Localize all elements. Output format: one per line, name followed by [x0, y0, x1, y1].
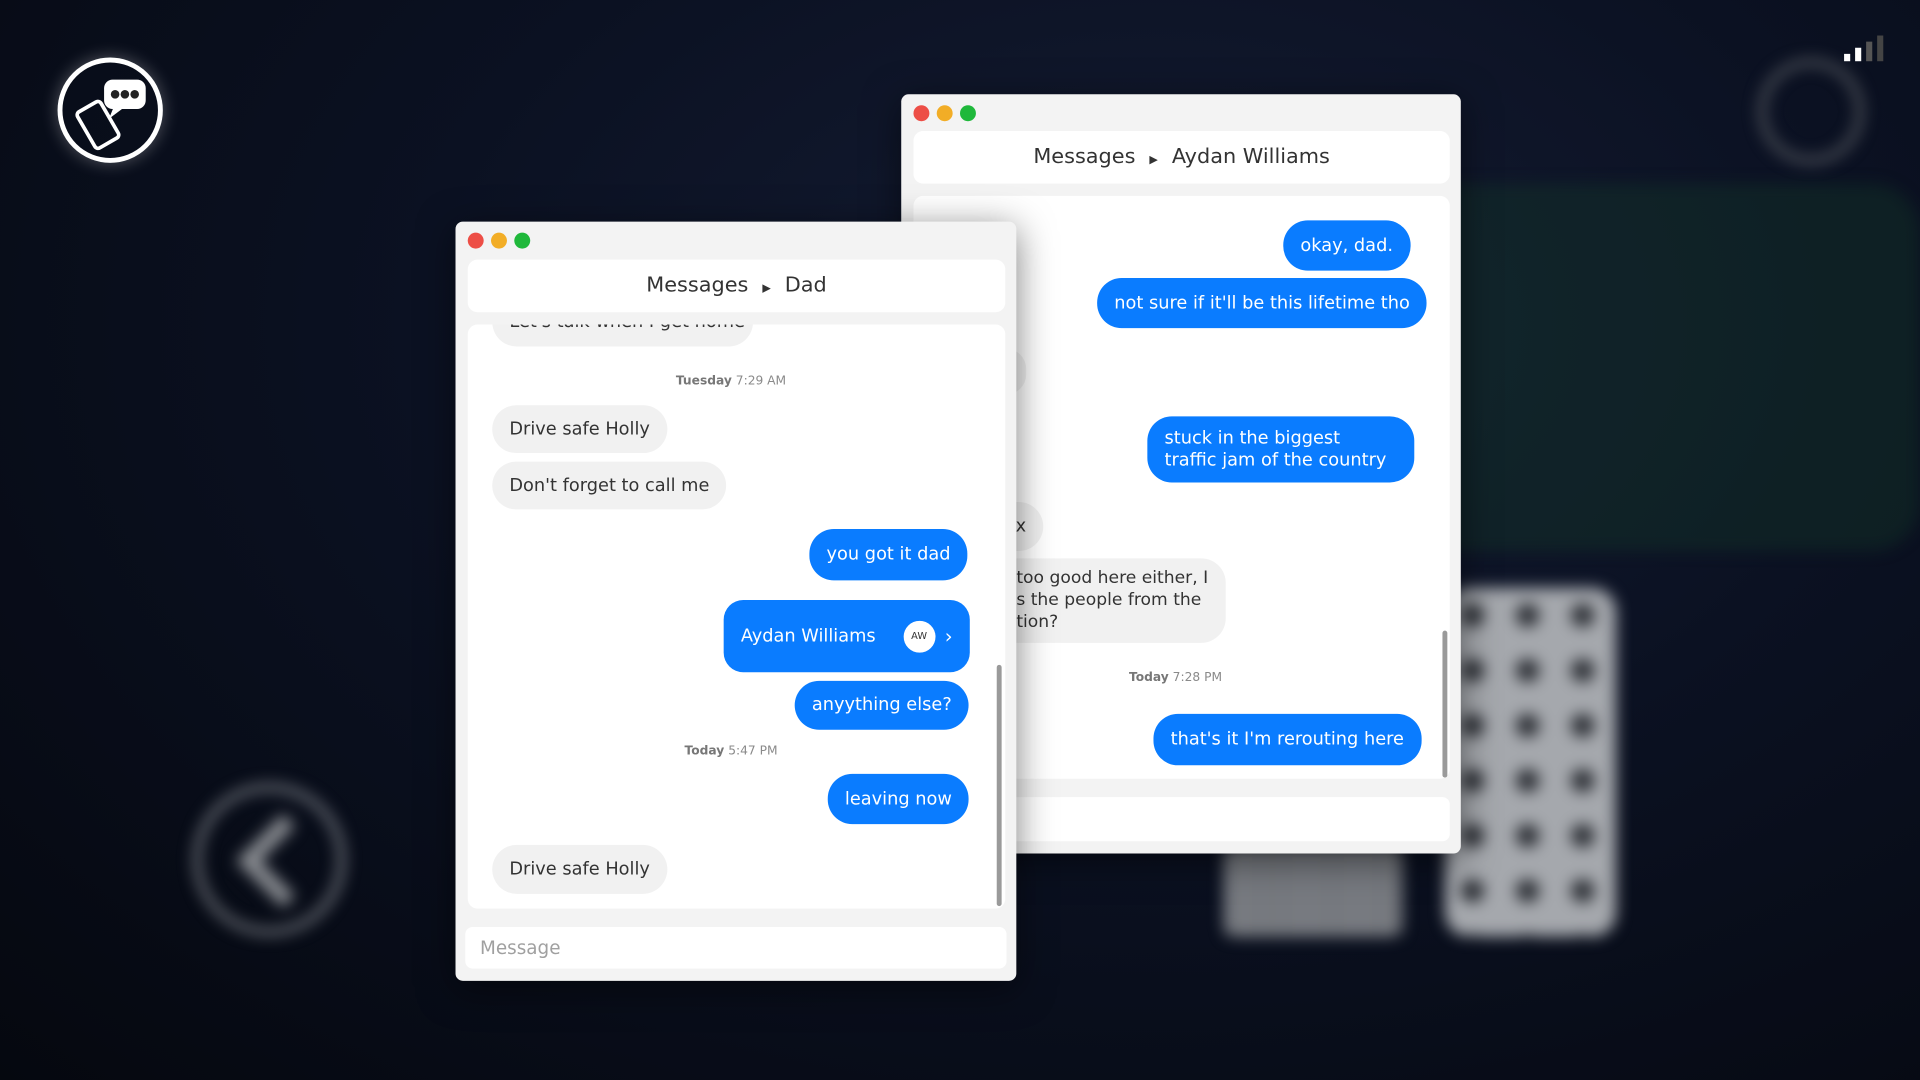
- window-header: Messages ▶ Aydan Williams: [913, 131, 1450, 184]
- message-bubble: Drive safe Holly: [492, 405, 668, 454]
- chevron-left-icon: [236, 814, 330, 908]
- steering-wheel-icon[interactable]: [1758, 58, 1864, 165]
- message-bubble: that's it I'm rerouting here: [1153, 713, 1422, 766]
- scrollbar[interactable]: [1442, 630, 1448, 778]
- contact-card[interactable]: Aydan Williams AW ›: [723, 600, 970, 673]
- message-line: s the people from the: [1016, 590, 1202, 610]
- message-bubble: okay, dad.: [1283, 220, 1411, 271]
- close-button[interactable]: [467, 232, 484, 249]
- dad-messages-window: Messages ▶ Dad Let's talk when I get hom…: [455, 221, 1017, 981]
- message-bubble: Don't forget to call me: [492, 461, 727, 510]
- minimize-button[interactable]: [936, 105, 953, 122]
- chat-area[interactable]: Let's talk when I get home Tuesday 7:29 …: [467, 324, 1006, 909]
- screen: Messages ▶ Aydan Williams okay, dad. not…: [0, 0, 1920, 1080]
- message-bubble: not sure if it'll be this lifetime tho: [1097, 277, 1428, 329]
- header-app: Messages: [1033, 144, 1136, 169]
- chat-phone-logo-icon[interactable]: [57, 57, 163, 163]
- header-contact: Aydan Williams: [1171, 144, 1330, 169]
- signal-bars-icon: [1844, 34, 1888, 62]
- message-bubble: Drive safe Holly: [492, 844, 668, 894]
- message-bubble: stuck in the biggest traffic jam of the …: [1147, 416, 1415, 483]
- minimize-button[interactable]: [491, 232, 507, 249]
- message-bubble: Let's talk when I get home: [492, 324, 754, 347]
- message-line: tion?: [1016, 612, 1059, 632]
- brake-pedal: [1224, 844, 1403, 937]
- chevron-right-icon: ›: [944, 624, 953, 648]
- window-header: Messages ▶ Dad: [467, 259, 1006, 313]
- message-bubble: anyything else?: [794, 680, 969, 730]
- timestamp: Today 7:28 PM: [1128, 671, 1223, 685]
- close-button[interactable]: [913, 105, 930, 122]
- maximize-button[interactable]: [960, 105, 976, 122]
- header-contact: Dad: [784, 273, 827, 298]
- timestamp: Today 5:47 PM: [684, 744, 778, 758]
- caret-right-icon: ▶: [762, 282, 771, 296]
- message-line: too good here either, I: [1016, 568, 1209, 588]
- timestamp: Tuesday 7:29 AM: [675, 374, 787, 389]
- avatar: AW: [903, 620, 936, 653]
- caret-right-icon: ▶: [1149, 154, 1158, 167]
- message-input[interactable]: Message: [465, 926, 1007, 969]
- contact-name: Aydan Williams: [740, 626, 876, 646]
- header-app: Messages: [646, 273, 749, 298]
- scrollbar[interactable]: [996, 664, 1002, 907]
- gas-pedal: [1444, 587, 1617, 937]
- message-bubble: leaving now: [827, 773, 970, 825]
- message-bubble: you got it dad: [809, 528, 968, 581]
- maximize-button[interactable]: [514, 232, 531, 249]
- back-button[interactable]: [193, 783, 346, 936]
